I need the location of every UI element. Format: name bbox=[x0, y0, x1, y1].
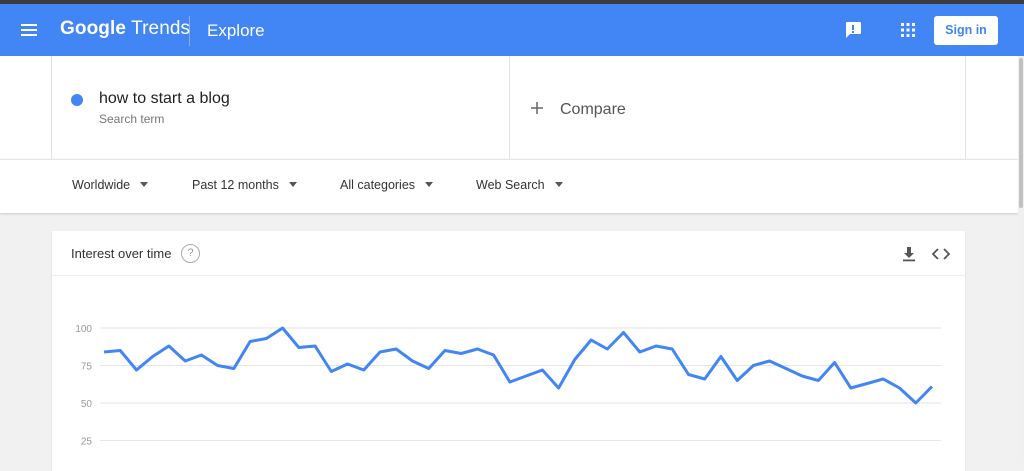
sign-in-button[interactable]: Sign in bbox=[934, 16, 998, 45]
logo-google-text: Google bbox=[60, 18, 127, 39]
header-divider bbox=[189, 16, 190, 46]
filter-search-type-label: Web Search bbox=[476, 178, 545, 192]
filter-time-dropdown[interactable]: Past 12 months bbox=[192, 178, 297, 192]
y-tick-label: 50 bbox=[81, 399, 93, 410]
google-trends-logo[interactable]: Google Trends bbox=[60, 18, 190, 40]
search-term-sublabel: Search term bbox=[99, 112, 165, 126]
term-color-dot bbox=[71, 94, 83, 106]
search-term-text[interactable]: how to start a blog bbox=[99, 90, 230, 108]
y-tick-label: 25 bbox=[81, 437, 93, 448]
y-tick-label: 75 bbox=[81, 362, 93, 373]
interest-over-time-card: Interest over time ? 100 75 50 25 bbox=[52, 231, 965, 471]
plus-icon bbox=[531, 102, 543, 114]
menu-icon[interactable] bbox=[18, 19, 40, 41]
filter-location-dropdown[interactable]: Worldwide bbox=[72, 178, 149, 192]
search-terms-area: how to start a blog Search term Compare bbox=[0, 56, 1018, 159]
interest-line-chart: 100 75 50 25 bbox=[75, 324, 941, 448]
app-header: Google Trends Explore Sign in bbox=[0, 4, 1024, 56]
search-term-card[interactable]: how to start a blog Search term bbox=[51, 56, 510, 159]
chevron-down-icon bbox=[288, 182, 297, 187]
filter-search-type-dropdown[interactable]: Web Search bbox=[476, 178, 563, 192]
chevron-down-icon bbox=[554, 182, 563, 187]
chevron-down-icon bbox=[425, 182, 434, 187]
scrollbar-thumb[interactable] bbox=[1019, 58, 1023, 208]
compare-button[interactable]: Compare bbox=[509, 56, 966, 159]
y-tick-label: 100 bbox=[75, 324, 92, 335]
filter-category-label: All categories bbox=[340, 178, 416, 192]
apps-icon[interactable] bbox=[899, 21, 917, 39]
filter-bar: Worldwide Past 12 months All categories … bbox=[0, 159, 1018, 213]
filter-location-label: Worldwide bbox=[72, 178, 131, 192]
chevron-down-icon bbox=[140, 182, 149, 187]
page-title: Explore bbox=[207, 21, 265, 40]
filter-time-label: Past 12 months bbox=[192, 178, 279, 192]
feedback-icon[interactable] bbox=[843, 20, 863, 40]
filter-category-dropdown[interactable]: All categories bbox=[340, 178, 434, 192]
page-scrollbar[interactable] bbox=[1018, 56, 1024, 463]
logo-trends-text: Trends bbox=[131, 18, 191, 39]
compare-label: Compare bbox=[560, 101, 626, 118]
